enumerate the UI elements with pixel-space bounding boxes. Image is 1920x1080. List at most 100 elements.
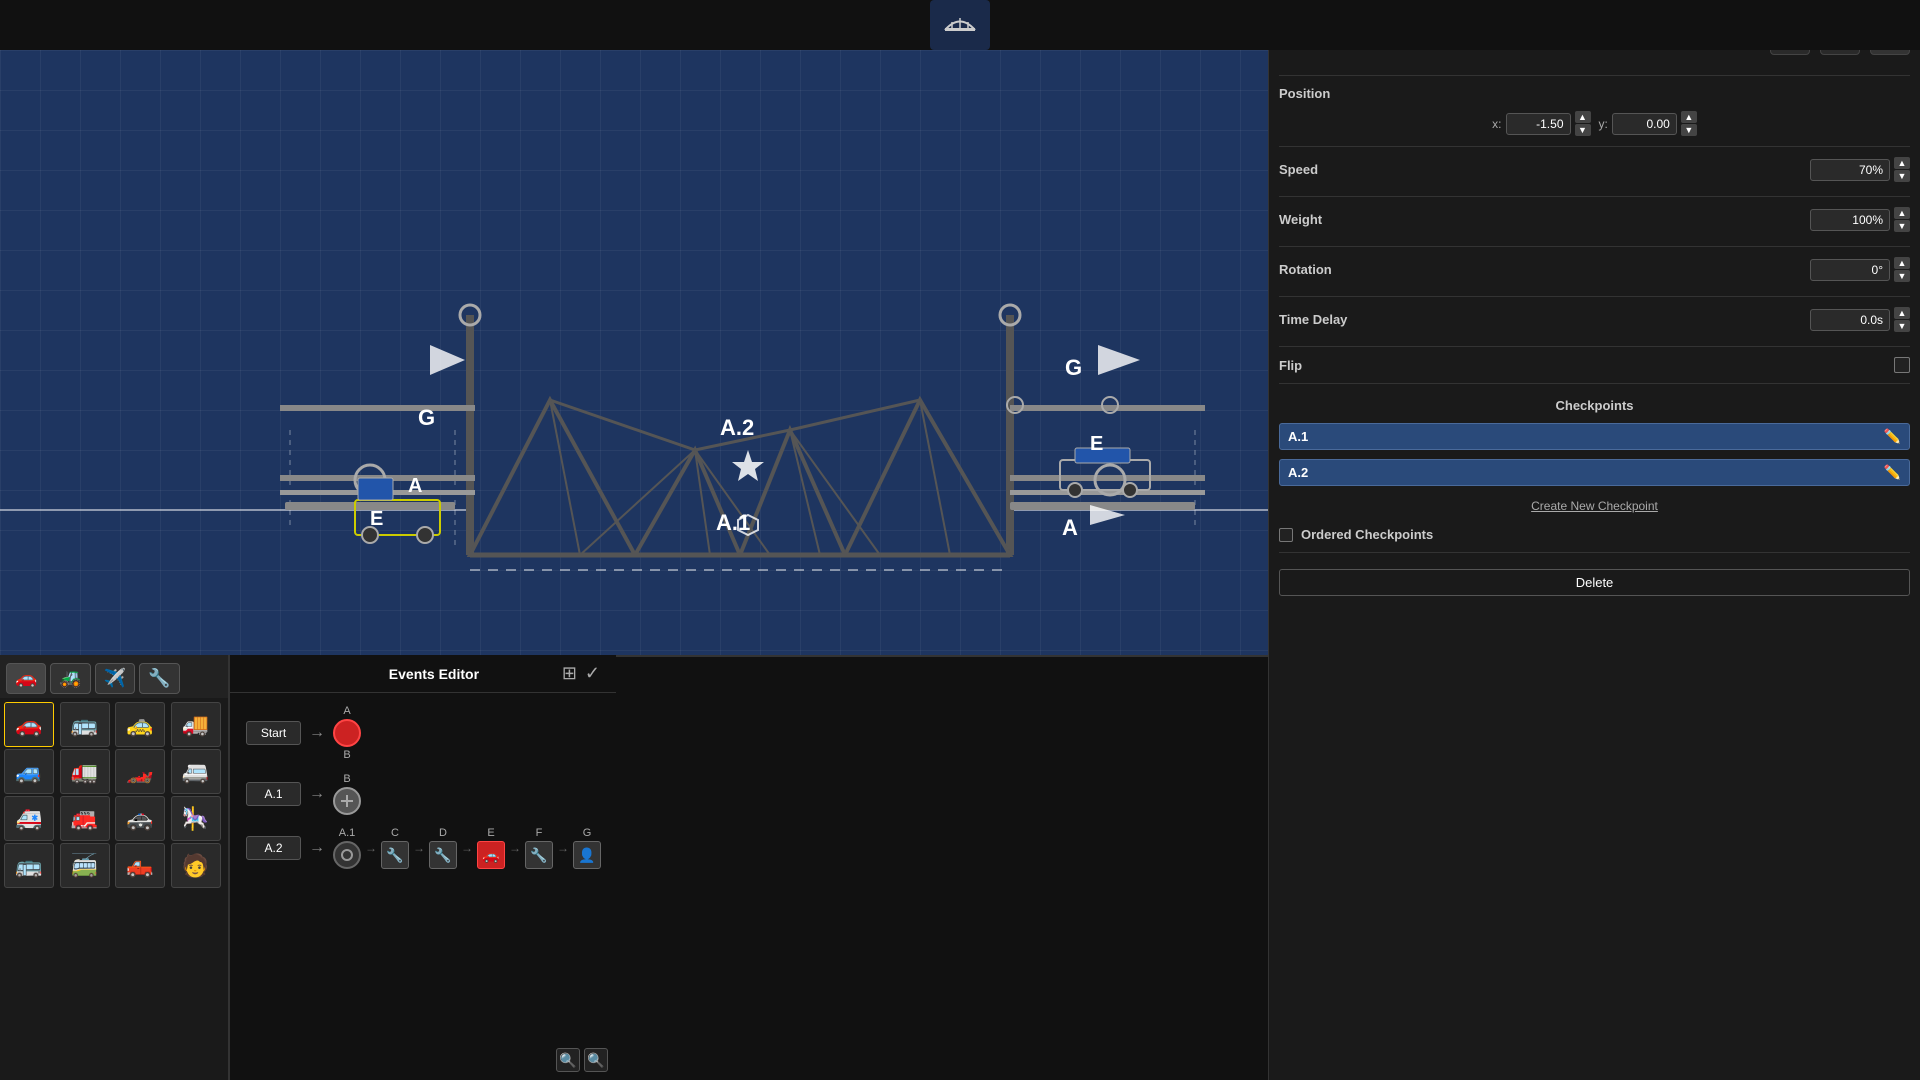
event-row-a1: A.1 → B xyxy=(246,773,600,815)
events-header: Events Editor ⊞ ✓ xyxy=(230,655,616,693)
time-delay-up[interactable]: ▲ xyxy=(1894,307,1910,319)
vehicle-item-4[interactable]: 🚙 xyxy=(4,749,54,794)
svg-text:E: E xyxy=(1090,433,1103,455)
pos-x-stepper: ▲ ▼ xyxy=(1575,111,1591,136)
vehicle-item-15[interactable]: 🧑 xyxy=(171,843,221,888)
vehicle-tab-truck[interactable]: 🚜 xyxy=(50,663,90,694)
vehicle-item-1[interactable]: 🚌 xyxy=(60,702,110,747)
event-col-b: B xyxy=(333,773,361,815)
zoom-in-button[interactable]: 🔍 xyxy=(556,1048,580,1072)
checkpoints-title: Checkpoints xyxy=(1279,398,1910,413)
events-title: Events Editor xyxy=(306,666,562,682)
vehicle-item-14[interactable]: 🛻 xyxy=(115,843,165,888)
vehicle-tab-plane[interactable]: ✈️ xyxy=(95,663,135,694)
zoom-controls: 🔍 🔍 xyxy=(556,1048,608,1072)
arrow-3: → xyxy=(309,839,325,857)
vehicle-item-7[interactable]: 🚐 xyxy=(171,749,221,794)
speed-down[interactable]: ▼ xyxy=(1894,170,1910,182)
create-checkpoint-button[interactable]: Create New Checkpoint xyxy=(1279,495,1910,517)
vehicle-item-6[interactable]: 🏎️ xyxy=(115,749,165,794)
divider-8 xyxy=(1279,552,1910,553)
pos-y-down[interactable]: ▼ xyxy=(1681,124,1697,136)
vehicle-tab-tool[interactable]: 🔧 xyxy=(139,663,179,694)
delete-button[interactable]: Delete xyxy=(1279,569,1910,596)
rotation-label: Rotation xyxy=(1279,262,1332,277)
chain-label-g: G xyxy=(583,827,592,839)
chain-col-c: C 🔧 xyxy=(381,827,409,869)
vehicle-item-12[interactable]: 🚌 xyxy=(4,843,54,888)
events-layout-icon[interactable]: ⊞ xyxy=(562,663,577,684)
time-delay-input[interactable] xyxy=(1810,309,1890,331)
pos-x-input[interactable] xyxy=(1506,113,1571,135)
vehicle-item-11[interactable]: 🎠 xyxy=(171,796,221,841)
flip-checkbox[interactable] xyxy=(1894,357,1910,373)
events-panel: Events Editor ⊞ ✓ Start → A B A.1 → xyxy=(230,655,616,1080)
chain-label-c: C xyxy=(391,827,399,839)
chain-col-g: G 👤 xyxy=(573,827,601,869)
pos-y-axis: y: xyxy=(1599,117,1608,131)
checkpoint-a1-row[interactable]: A.1 ✏️ xyxy=(1279,423,1910,450)
pos-y-up[interactable]: ▲ xyxy=(1681,111,1697,123)
speed-up[interactable]: ▲ xyxy=(1894,157,1910,169)
event-row-start: Start → A B xyxy=(246,705,600,761)
event-node-a[interactable] xyxy=(333,719,361,747)
speed-row: Speed ▲ ▼ xyxy=(1279,157,1910,182)
time-delay-stepper: ▲ ▼ xyxy=(1894,307,1910,332)
weight-input[interactable] xyxy=(1810,209,1890,231)
rotation-down[interactable]: ▼ xyxy=(1894,270,1910,282)
chain-arrow-3: → xyxy=(461,841,473,855)
weight-up[interactable]: ▲ xyxy=(1894,207,1910,219)
checkpoint-a2-row[interactable]: A.2 ✏️ xyxy=(1279,459,1910,486)
vehicle-tab-car[interactable]: 🚗 xyxy=(6,663,46,694)
checkpoint-a2-edit[interactable]: ✏️ xyxy=(1884,464,1901,481)
rotation-up[interactable]: ▲ xyxy=(1894,257,1910,269)
vehicle-item-5[interactable]: 🚛 xyxy=(60,749,110,794)
event-start-trigger[interactable]: Start xyxy=(246,721,301,745)
weight-input-group: ▲ ▼ xyxy=(1810,207,1910,232)
chain-node-e[interactable]: 🚗 xyxy=(477,841,505,869)
vehicle-item-3[interactable]: 🚚 xyxy=(171,702,221,747)
pos-y-input[interactable] xyxy=(1612,113,1677,135)
chain-col-f: F 🔧 xyxy=(525,827,553,869)
pos-x-up[interactable]: ▲ xyxy=(1575,111,1591,123)
ordered-checkpoints-label: Ordered Checkpoints xyxy=(1301,527,1433,542)
zoom-out-button[interactable]: 🔍 xyxy=(584,1048,608,1072)
event-node-b[interactable] xyxy=(333,787,361,815)
checkpoint-a1-label: A.1 xyxy=(1288,429,1308,444)
rotation-input[interactable] xyxy=(1810,259,1890,281)
speed-input[interactable] xyxy=(1810,159,1890,181)
vehicle-item-9[interactable]: 🚒 xyxy=(60,796,110,841)
vehicle-item-0[interactable]: 🚗 xyxy=(4,702,54,747)
arrow-1: → xyxy=(309,724,325,742)
flip-row: Flip xyxy=(1279,357,1910,373)
events-icons: ⊞ ✓ xyxy=(562,663,600,684)
chain-node-g[interactable]: 👤 xyxy=(573,841,601,869)
chain-node-d[interactable]: 🔧 xyxy=(429,841,457,869)
vehicle-item-10[interactable]: 🚓 xyxy=(115,796,165,841)
svg-text:A.1: A.1 xyxy=(716,510,750,535)
speed-label: Speed xyxy=(1279,162,1318,177)
chain-arrow-2: → xyxy=(413,841,425,855)
chain-node-c[interactable]: 🔧 xyxy=(381,841,409,869)
vehicle-item-8[interactable]: 🚑 xyxy=(4,796,54,841)
ordered-checkpoints-checkbox[interactable] xyxy=(1279,528,1293,542)
rotation-row: Rotation ▲ ▼ xyxy=(1279,257,1910,282)
vehicle-item-2[interactable]: 🚕 xyxy=(115,702,165,747)
checkpoint-a1-edit[interactable]: ✏️ xyxy=(1884,428,1901,445)
bottom-bar: 🚗 🚜 ✈️ 🔧 🚗 🚌 🚕 🚚 🚙 🚛 🏎️ 🚐 🚑 🚒 🚓 🎠 🚌 🚎 🛻 … xyxy=(0,655,1268,1080)
position-row: Position xyxy=(1279,86,1910,101)
chain-label-f: F xyxy=(536,827,543,839)
chain-node-f[interactable]: 🔧 xyxy=(525,841,553,869)
vehicle-item-13[interactable]: 🚎 xyxy=(60,843,110,888)
weight-down[interactable]: ▼ xyxy=(1894,220,1910,232)
chain-label-a1: A.1 xyxy=(339,827,356,839)
divider-5 xyxy=(1279,296,1910,297)
chain-node-a1[interactable] xyxy=(333,841,361,869)
time-delay-down[interactable]: ▼ xyxy=(1894,320,1910,332)
event-a2-trigger[interactable]: A.2 xyxy=(246,836,301,860)
pos-x-down[interactable]: ▼ xyxy=(1575,124,1591,136)
event-a1-trigger[interactable]: A.1 xyxy=(246,782,301,806)
events-check-icon[interactable]: ✓ xyxy=(585,663,600,684)
vehicle-panel: 🚗 🚜 ✈️ 🔧 🚗 🚌 🚕 🚚 🚙 🚛 🏎️ 🚐 🚑 🚒 🚓 🎠 🚌 🚎 🛻 … xyxy=(0,655,230,1080)
main-canvas[interactable]: G A E A.2 A.1 G E A xyxy=(0,50,1268,655)
